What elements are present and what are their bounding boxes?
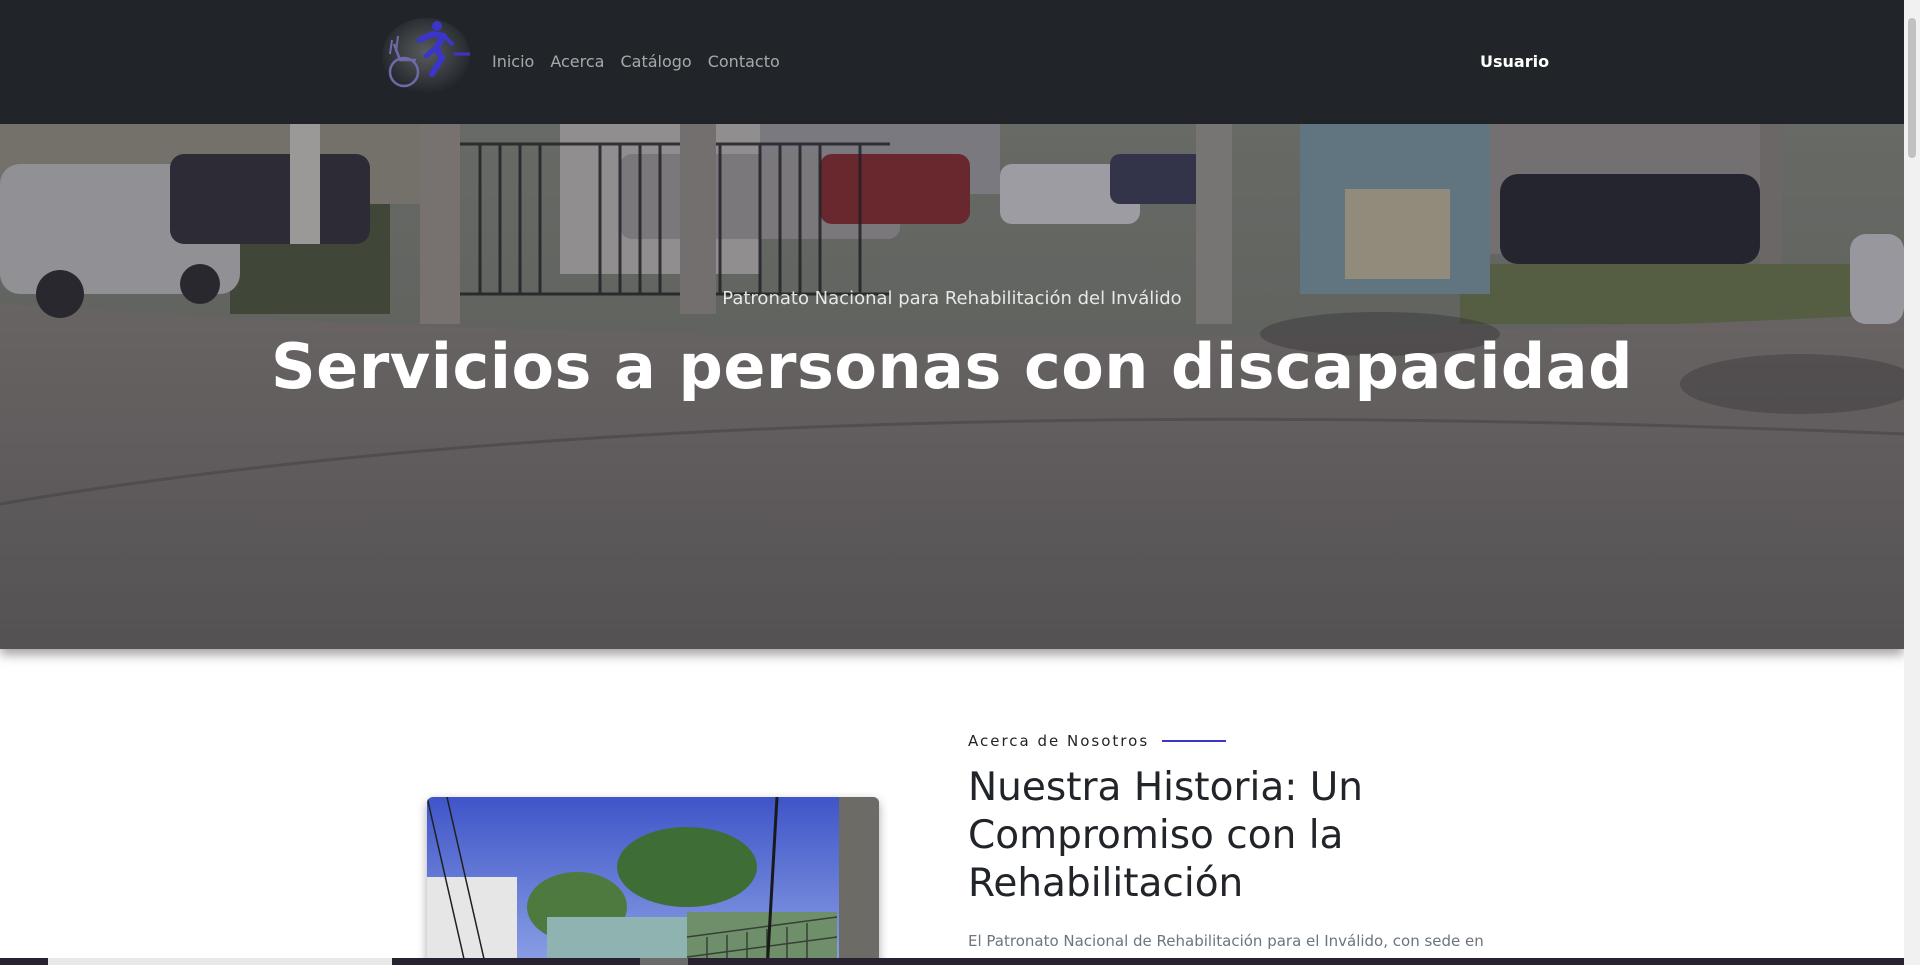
about-heading: Nuestra Historia: Un Compromiso con la R… xyxy=(968,765,1364,906)
nav-link-catalogo[interactable]: Catálogo xyxy=(620,52,691,71)
nav-link-inicio[interactable]: Inicio xyxy=(492,52,534,71)
hero-subtitle: Patronato Nacional para Rehabilitación d… xyxy=(722,288,1182,309)
hero-banner: Patronato Nacional para Rehabilitación d… xyxy=(0,124,1904,649)
about-photo xyxy=(427,797,879,965)
nav-link-acerca[interactable]: Acerca xyxy=(550,52,604,71)
hero-title: Servicios a personas con discapacidad xyxy=(271,330,1633,403)
navbar: Inicio Acerca Catálogo Contacto Usuario xyxy=(0,0,1904,124)
eyebrow-accent-line xyxy=(1162,740,1226,742)
user-menu-link[interactable]: Usuario xyxy=(1480,52,1549,71)
about-paragraph: El Patronato Nacional de Rehabilitación … xyxy=(968,932,1484,950)
brand-logo[interactable] xyxy=(380,14,472,96)
bottom-taskbar-strip xyxy=(0,958,1904,965)
nav-links: Inicio Acerca Catálogo Contacto xyxy=(492,52,780,71)
scrollbar-thumb[interactable] xyxy=(1908,18,1916,158)
nav-link-contacto[interactable]: Contacto xyxy=(708,52,780,71)
page-scrollbar[interactable] xyxy=(1904,0,1920,965)
about-eyebrow: Acerca de Nosotros xyxy=(968,732,1150,750)
